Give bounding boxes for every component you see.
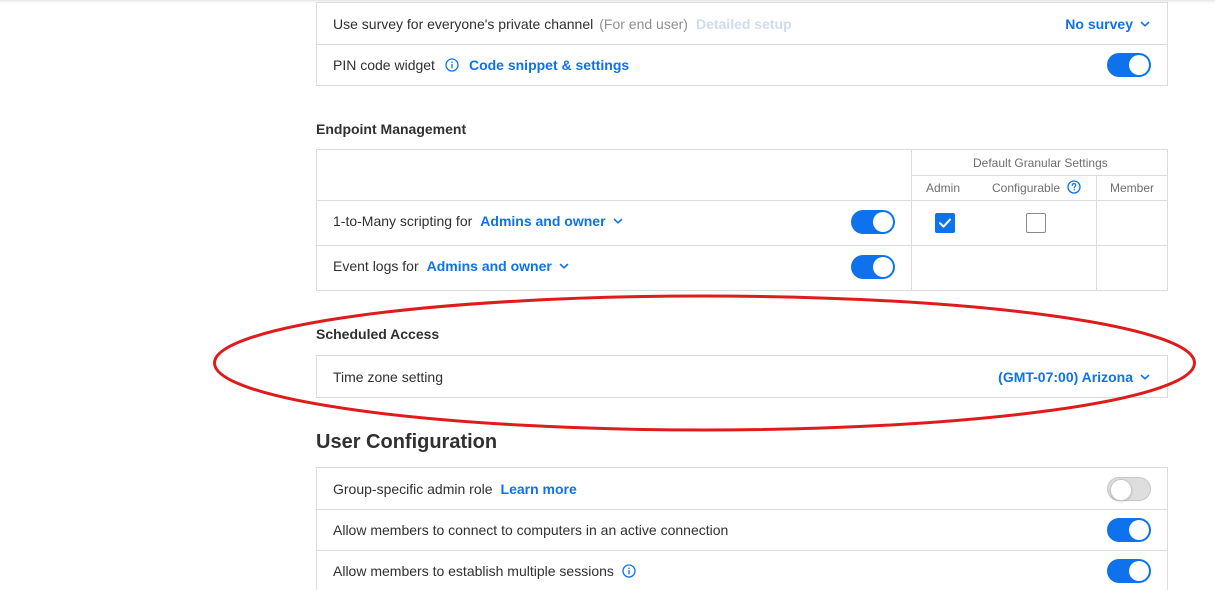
time-zone-value: (GMT-07:00) Arizona [998, 368, 1133, 385]
divider [911, 150, 912, 290]
scripting-row: 1-to-Many scripting for Admins and owner [333, 213, 624, 229]
group-admin-role-label: Group-specific admin role [333, 480, 493, 497]
user-configuration-heading: User Configuration [316, 431, 498, 453]
active-connection-toggle[interactable] [1107, 518, 1151, 542]
chevron-down-icon [558, 260, 570, 272]
survey-setting-label: Use survey for everyone's private channe… [333, 15, 594, 32]
survey-dropdown-value: No survey [1065, 15, 1133, 32]
configurable-column-header: Configurable [992, 180, 1082, 195]
pin-widget-label: PIN code widget [333, 57, 435, 73]
active-connection-label: Allow members to connect to computers in… [333, 522, 729, 538]
chevron-down-icon [1139, 371, 1151, 383]
chevron-down-icon [1139, 18, 1151, 30]
scripting-admin-checkbox[interactable] [935, 213, 955, 233]
event-logs-dropdown-value: Admins and owner [426, 258, 552, 274]
divider [317, 200, 1167, 201]
multiple-sessions-toggle[interactable] [1107, 559, 1151, 583]
user-configuration-panel: Group-specific admin role Learn more All… [316, 467, 1168, 590]
help-icon[interactable] [1067, 180, 1082, 194]
scheduled-access-heading: Scheduled Access [316, 326, 440, 342]
time-zone-dropdown[interactable]: (GMT-07:00) Arizona [998, 369, 1151, 385]
multiple-sessions-row: Allow members to establish multiple sess… [317, 550, 1167, 590]
divider [911, 175, 1167, 176]
configurable-column-label: Configurable [992, 181, 1061, 195]
pin-widget-toggle[interactable] [1107, 53, 1151, 77]
pin-widget-row: PIN code widget Code snippet & settings [317, 44, 1167, 85]
info-icon[interactable] [622, 564, 636, 578]
scripting-dropdown[interactable]: Admins and owner [480, 213, 623, 229]
scripting-dropdown-value: Admins and owner [480, 213, 606, 229]
endpoint-management-heading: Endpoint Management [316, 121, 467, 137]
code-snippet-link[interactable]: Code snippet & settings [469, 57, 629, 73]
admin-column-header: Admin [926, 181, 961, 195]
scheduled-access-panel: Time zone setting (GMT-07:00) Arizona [316, 355, 1168, 398]
member-column-header: Member [1110, 181, 1155, 195]
detailed-setup-link[interactable]: Detailed setup [696, 16, 792, 32]
granular-settings-header: Default Granular Settings [973, 156, 1108, 170]
event-logs-label: Event logs for [333, 258, 419, 274]
divider [1096, 175, 1097, 290]
event-logs-toggle[interactable] [851, 255, 895, 279]
scripting-toggle[interactable] [851, 210, 895, 234]
divider [317, 245, 1167, 246]
event-logs-dropdown[interactable]: Admins and owner [427, 258, 570, 274]
top-settings-panel: Use survey for everyone's private channe… [316, 2, 1168, 86]
group-admin-role-row: Group-specific admin role Learn more [317, 468, 1167, 509]
survey-setting-row: Use survey for everyone's private channe… [317, 3, 1167, 44]
endpoint-management-table: Default Granular Settings Admin Configur… [316, 149, 1168, 291]
learn-more-link[interactable]: Learn more [501, 481, 577, 497]
survey-setting-hint: (For end user) [599, 15, 688, 32]
event-logs-row: Event logs for Admins and owner [333, 258, 570, 274]
chevron-down-icon [612, 215, 624, 227]
scripting-label: 1-to-Many scripting for [333, 213, 473, 229]
scripting-configurable-checkbox[interactable] [1026, 213, 1046, 233]
time-zone-row: Time zone setting (GMT-07:00) Arizona [317, 356, 1167, 397]
info-icon[interactable] [445, 58, 459, 72]
survey-dropdown[interactable]: No survey [1065, 16, 1151, 32]
group-admin-role-toggle[interactable] [1107, 476, 1151, 501]
active-connection-row: Allow members to connect to computers in… [317, 509, 1167, 550]
multiple-sessions-label: Allow members to establish multiple sess… [333, 563, 614, 579]
time-zone-label: Time zone setting [333, 368, 443, 385]
